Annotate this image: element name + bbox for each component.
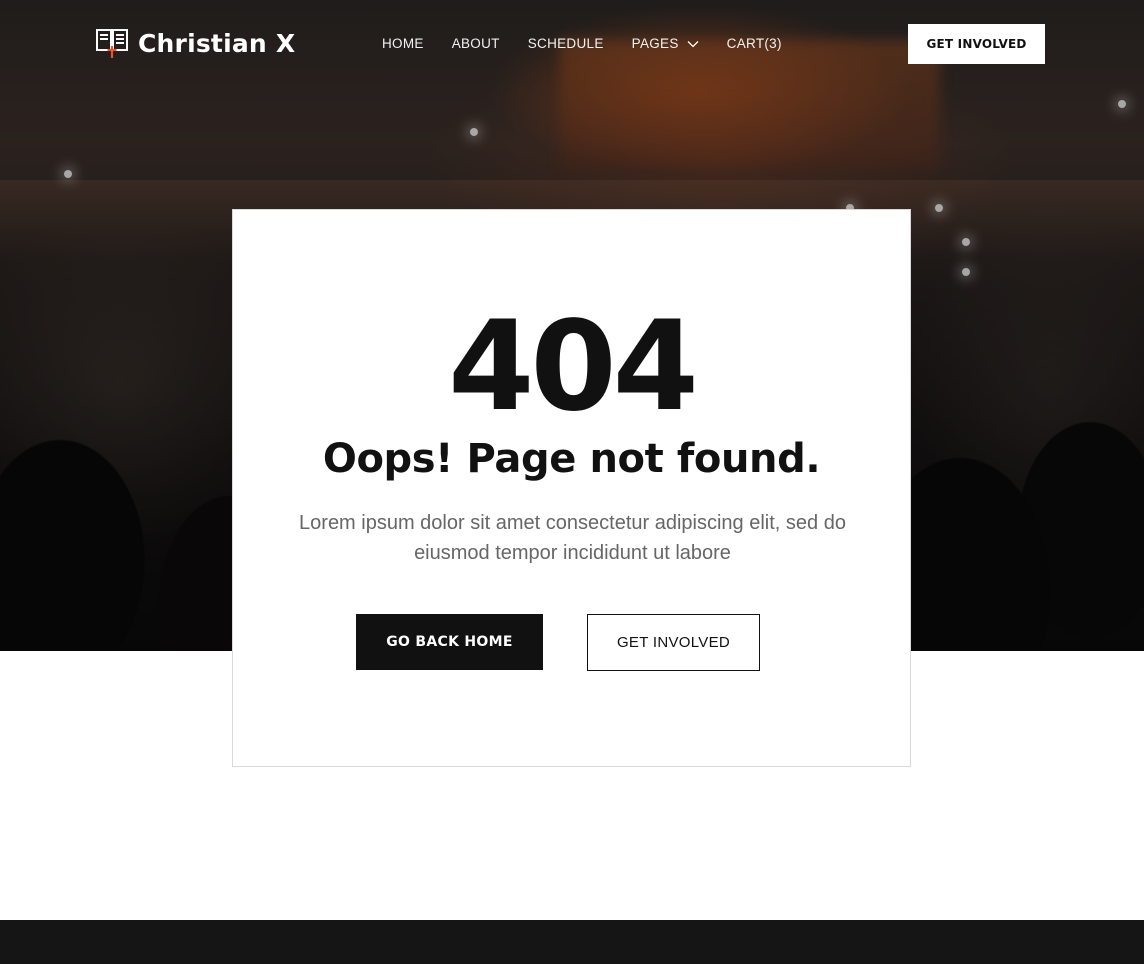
error-code: 404 — [448, 295, 699, 439]
top-navigation: Christian X HOME ABOUT SCHEDULE PAGES CA… — [0, 0, 1144, 90]
bible-cross-icon — [96, 27, 128, 59]
nav-pages-label: PAGES — [631, 36, 679, 51]
error-card: 404 Oops! Page not found. Lorem ipsum do… — [232, 209, 911, 767]
go-back-home-button[interactable]: GO BACK HOME — [356, 614, 543, 670]
brand-name: Christian X — [138, 28, 296, 58]
nav-cart[interactable]: CART(3) — [727, 36, 782, 51]
get-involved-button[interactable]: GET INVOLVED — [908, 24, 1045, 64]
nav-schedule[interactable]: SCHEDULE — [528, 36, 604, 51]
error-headline: Oops! Page not found. — [322, 436, 821, 482]
nav-pages[interactable]: PAGES — [632, 36, 699, 51]
nav-about[interactable]: ABOUT — [452, 36, 500, 51]
error-description: Lorem ipsum dolor sit amet consectetur a… — [299, 512, 846, 564]
site-logo[interactable]: Christian X — [96, 27, 295, 59]
footer-bar — [0, 920, 1144, 964]
nav-home[interactable]: HOME — [382, 36, 424, 51]
get-involved-secondary-button[interactable]: GET INVOLVED — [587, 614, 760, 671]
main-menu: HOME ABOUT SCHEDULE PAGES CART(3) — [382, 36, 810, 51]
chevron-down-icon — [687, 38, 699, 50]
